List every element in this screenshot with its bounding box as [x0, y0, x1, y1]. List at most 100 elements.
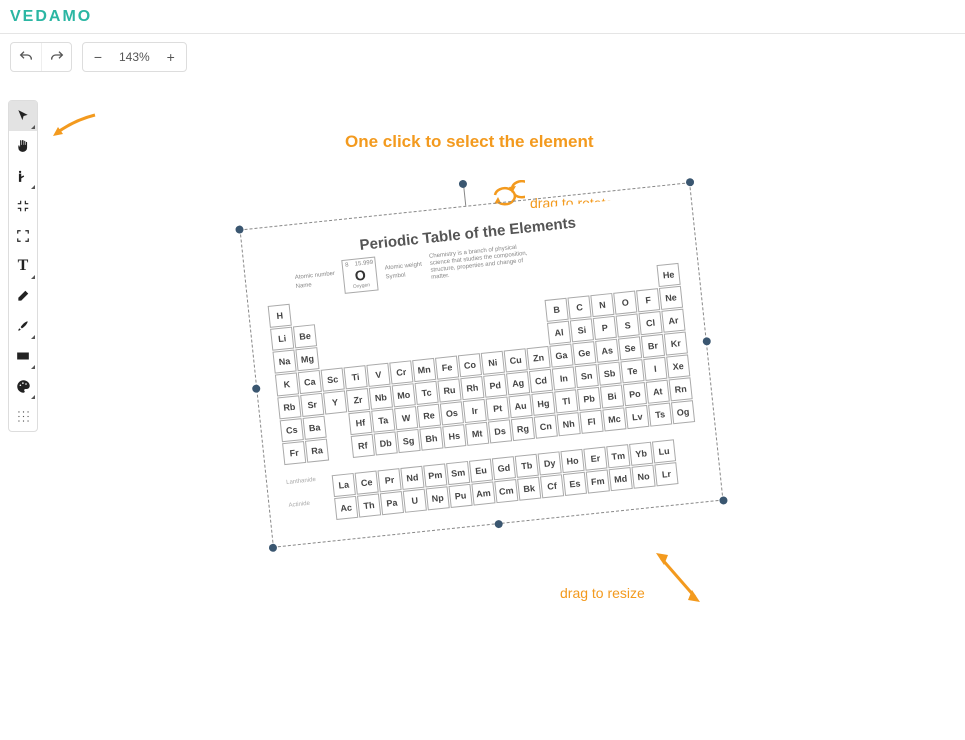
element-cell: Nh: [557, 412, 581, 436]
canvas-area[interactable]: One click to select the element drag to …: [0, 80, 965, 740]
element-cell: Ho: [560, 449, 584, 473]
element-cell: Pm: [423, 463, 447, 487]
element-cell: Ga: [549, 344, 573, 368]
element-cell: F: [636, 288, 660, 312]
element-cell: Ba: [303, 416, 327, 440]
element-cell: Lu: [652, 439, 676, 463]
element-cell: Re: [417, 404, 441, 428]
plus-icon: +: [167, 49, 175, 65]
annotation-resize: drag to resize: [560, 585, 645, 601]
element-cell: Si: [570, 318, 594, 342]
element-cell: P: [593, 316, 617, 340]
element-cell: K: [275, 372, 299, 396]
element-cell: Dy: [538, 451, 562, 475]
zoom-out-button[interactable]: −: [83, 43, 113, 71]
top-controls: − 143% +: [0, 34, 965, 80]
legend-atomic-weight: Atomic weight: [384, 261, 422, 271]
element-cell: Ts: [648, 403, 672, 427]
element-cell: At: [646, 380, 670, 404]
element-cell: Cl: [638, 311, 662, 335]
element-cell: Tc: [415, 381, 439, 405]
element-cell: Zr: [346, 388, 370, 412]
element-cell: He: [657, 263, 681, 287]
element-cell: Ce: [355, 470, 379, 494]
element-cell: Sr: [300, 393, 324, 417]
undo-button[interactable]: [11, 43, 41, 71]
legend-symbol: Symbol: [385, 270, 423, 280]
element-cell: Tl: [554, 389, 578, 413]
element-cell: S: [616, 313, 640, 337]
zoom-group: − 143% +: [82, 42, 187, 72]
element-cell: Al: [547, 321, 571, 345]
element-cell: Rf: [351, 434, 375, 458]
element-cell: Mc: [602, 407, 626, 431]
periodic-table-object[interactable]: Periodic Table of the Elements Atomic nu…: [251, 193, 713, 537]
resize-arrow-icon: [653, 550, 703, 605]
element-cell: Rb: [277, 395, 301, 419]
history-group: [10, 42, 72, 72]
element-cell: Ti: [343, 365, 367, 389]
redo-icon: [49, 49, 65, 65]
element-cell: Cs: [280, 418, 304, 442]
element-cell: Cd: [529, 369, 553, 393]
annotation-title: One click to select the element: [345, 132, 593, 152]
zoom-in-button[interactable]: +: [156, 43, 186, 71]
element-cell: Sc: [321, 368, 345, 392]
element-cell: Zn: [526, 346, 550, 370]
element-cell: Ar: [661, 309, 685, 333]
element-cell: Sn: [575, 364, 599, 388]
element-cell: Os: [440, 401, 464, 425]
element-cell: Ac: [334, 496, 358, 520]
ptable-description: Chemistry is a branch of physical scienc…: [429, 242, 541, 282]
element-cell: Ra: [305, 439, 329, 463]
resize-handle-mr[interactable]: [702, 337, 711, 346]
zoom-value: 143%: [113, 43, 156, 71]
element-cell: Hf: [348, 411, 372, 435]
element-cell: Np: [426, 486, 450, 510]
element-cell: Fe: [435, 356, 459, 380]
element-cell: Cr: [389, 360, 413, 384]
element-cell: Ca: [298, 370, 322, 394]
lanthanide-label: Lanthanide: [286, 477, 316, 486]
element-cell: Pr: [377, 468, 401, 492]
element-cell: Bh: [419, 427, 443, 451]
element-cell: Au: [508, 394, 532, 418]
element-cell: Am: [471, 481, 495, 505]
element-cell: Y: [323, 390, 347, 414]
element-cell: Gd: [492, 456, 516, 480]
element-cell: Se: [618, 336, 642, 360]
element-cell: Ge: [572, 341, 596, 365]
element-cell: Mo: [392, 383, 416, 407]
element-cell: Sg: [396, 429, 420, 453]
legend-sample-cell: 8 15.999 O Oxygen: [342, 256, 379, 293]
element-cell: Eu: [469, 458, 493, 482]
rotation-handle[interactable]: [458, 180, 467, 189]
selection-box[interactable]: Periodic Table of the Elements Atomic nu…: [240, 182, 724, 548]
element-cell: Tb: [515, 454, 539, 478]
element-cell: Nd: [400, 466, 424, 490]
undo-icon: [18, 49, 34, 65]
element-cell: Er: [583, 446, 607, 470]
element-cell: Yb: [629, 442, 653, 466]
element-cell: Pt: [486, 396, 510, 420]
element-cell: Ds: [488, 419, 512, 443]
resize-handle-bl[interactable]: [269, 543, 278, 552]
element-cell: As: [595, 339, 619, 363]
element-cell: Th: [357, 493, 381, 517]
element-cell: Co: [458, 353, 482, 377]
element-cell: Sb: [598, 362, 622, 386]
element-cell: Na: [272, 349, 296, 373]
element-cell: Hg: [531, 392, 555, 416]
element-cell: Pd: [483, 374, 507, 398]
resize-handle-tr[interactable]: [686, 178, 695, 187]
resize-handle-bc[interactable]: [494, 520, 503, 529]
element-cell: Tm: [606, 444, 630, 468]
brand-logo: VEDAMO: [10, 8, 92, 26]
element-cell: Xe: [666, 354, 690, 378]
redo-button[interactable]: [41, 43, 71, 71]
element-cell: Pb: [577, 387, 601, 411]
element-cell: Cu: [504, 348, 528, 372]
app-header: VEDAMO: [0, 0, 965, 34]
element-cell: Hs: [442, 424, 466, 448]
resize-handle-br[interactable]: [719, 496, 728, 505]
